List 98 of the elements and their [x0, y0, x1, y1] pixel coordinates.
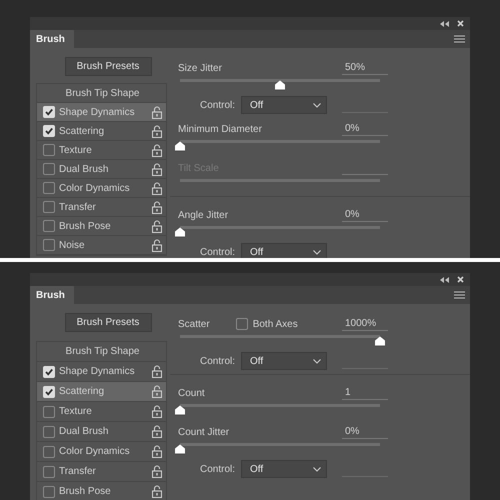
menu-icon[interactable]: [454, 291, 465, 299]
control-dropdown[interactable]: Off: [241, 96, 327, 114]
checkbox[interactable]: [43, 466, 55, 478]
list-item[interactable]: Noise: [37, 236, 166, 255]
list-item[interactable]: Brush Pose: [37, 217, 166, 236]
control-dropdown[interactable]: Off: [241, 243, 327, 258]
checkbox[interactable]: [43, 406, 55, 418]
checkbox[interactable]: [43, 486, 55, 498]
item-label: Color Dynamics: [59, 182, 131, 194]
list-item[interactable]: Dual Brush: [37, 160, 166, 179]
item-label: Brush Pose: [59, 486, 112, 497]
checkbox[interactable]: [43, 201, 55, 213]
list-item[interactable]: Texture: [37, 141, 166, 160]
list-item[interactable]: Scattering: [37, 382, 166, 402]
value-field[interactable]: 50%: [342, 62, 388, 74]
lock-icon[interactable]: [152, 182, 162, 194]
slider-thumb[interactable]: [374, 336, 386, 346]
list-item[interactable]: Scattering: [37, 122, 166, 141]
control-dropdown[interactable]: Off: [241, 460, 327, 478]
lock-icon[interactable]: [152, 385, 162, 398]
checkbox[interactable]: [236, 318, 248, 330]
checkbox[interactable]: [43, 426, 55, 438]
lock-icon[interactable]: [152, 365, 162, 378]
panel-tab[interactable]: Brush: [30, 286, 74, 304]
control-label: Control:: [198, 100, 235, 110]
lock-icon[interactable]: [152, 162, 162, 176]
list-item[interactable]: Brush Pose: [37, 482, 166, 500]
value-field[interactable]: 1000%: [342, 318, 388, 330]
list-item[interactable]: Transfer: [37, 198, 166, 217]
control-label: Control:: [198, 246, 235, 258]
lock-icon[interactable]: [152, 144, 162, 156]
item-label: Shape Dynamics: [59, 106, 136, 118]
checkbox[interactable]: [43, 144, 55, 156]
lock-icon[interactable]: [152, 465, 162, 478]
item-label: Transfer: [59, 466, 97, 477]
item-label: Texture: [59, 144, 93, 156]
slider-thumb[interactable]: [174, 141, 186, 151]
item-label: Shape Dynamics: [59, 366, 136, 377]
list-header[interactable]: Brush Tip Shape: [37, 342, 166, 362]
control-label: Control:: [198, 464, 235, 474]
lock-icon[interactable]: [152, 405, 162, 418]
chevron-down-icon: [313, 102, 321, 108]
item-label: Color Dynamics: [59, 446, 131, 457]
slider-label: Count Jitter: [178, 426, 230, 438]
slider-thumb[interactable]: [174, 227, 186, 237]
brush-presets-button[interactable]: Brush Presets: [64, 57, 152, 76]
slider-label: Count: [178, 388, 205, 398]
list-item[interactable]: Color Dynamics: [37, 442, 166, 462]
lock-icon[interactable]: [152, 200, 162, 214]
list-item[interactable]: Texture: [37, 402, 166, 422]
item-label: Texture: [59, 406, 93, 417]
list-item[interactable]: Dual Brush: [37, 422, 166, 442]
slider-thumb[interactable]: [274, 80, 286, 90]
checkbox[interactable]: [43, 220, 55, 232]
close-icon[interactable]: [457, 276, 464, 283]
chevron-down-icon: [313, 358, 321, 364]
lock-icon[interactable]: [152, 238, 162, 252]
slider-thumb[interactable]: [174, 405, 186, 415]
lock-icon[interactable]: [152, 445, 162, 458]
close-icon[interactable]: [457, 20, 464, 27]
collapse-icon[interactable]: [440, 20, 449, 26]
checkbox[interactable]: [43, 446, 55, 458]
menu-icon[interactable]: [454, 35, 465, 43]
value-field[interactable]: 0%: [342, 208, 388, 222]
item-label: Dual Brush: [59, 426, 110, 437]
checkbox-label: Both Axes: [252, 318, 298, 330]
lock-icon[interactable]: [152, 425, 162, 438]
item-label: Dual Brush: [59, 164, 110, 174]
chevron-down-icon: [313, 250, 321, 254]
item-label: Brush Pose: [59, 220, 112, 232]
slider-label: Minimum Diameter: [178, 124, 262, 134]
checkbox[interactable]: [43, 239, 55, 251]
list-item[interactable]: Transfer: [37, 462, 166, 482]
slider-thumb[interactable]: [174, 444, 186, 454]
collapse-icon[interactable]: [440, 276, 449, 282]
checkbox[interactable]: [43, 163, 55, 175]
control-dropdown[interactable]: Off: [241, 352, 327, 370]
item-label: Noise: [59, 240, 86, 250]
slider-label: Scatter: [178, 318, 210, 330]
brush-presets-button[interactable]: Brush Presets: [64, 313, 152, 332]
item-label: Scattering: [59, 386, 106, 397]
value-field[interactable]: 1: [342, 386, 388, 400]
panel-tab[interactable]: Brush: [30, 30, 74, 48]
lock-icon[interactable]: [152, 124, 162, 138]
lock-icon[interactable]: [152, 485, 162, 498]
chevron-down-icon: [313, 466, 321, 472]
control-label: Control:: [198, 356, 235, 366]
item-label: Transfer: [59, 202, 97, 212]
item-label: Scattering: [59, 126, 106, 136]
list-item[interactable]: Shape Dynamics: [37, 103, 166, 122]
slider-label: Angle Jitter: [178, 210, 228, 220]
slider-label: Size Jitter: [178, 62, 222, 74]
list-item[interactable]: Color Dynamics: [37, 179, 166, 198]
value-field[interactable]: 0%: [342, 122, 388, 136]
value-field[interactable]: 0%: [342, 426, 388, 438]
lock-icon[interactable]: [152, 220, 162, 232]
checkbox[interactable]: [43, 182, 55, 194]
lock-icon[interactable]: [152, 106, 162, 118]
